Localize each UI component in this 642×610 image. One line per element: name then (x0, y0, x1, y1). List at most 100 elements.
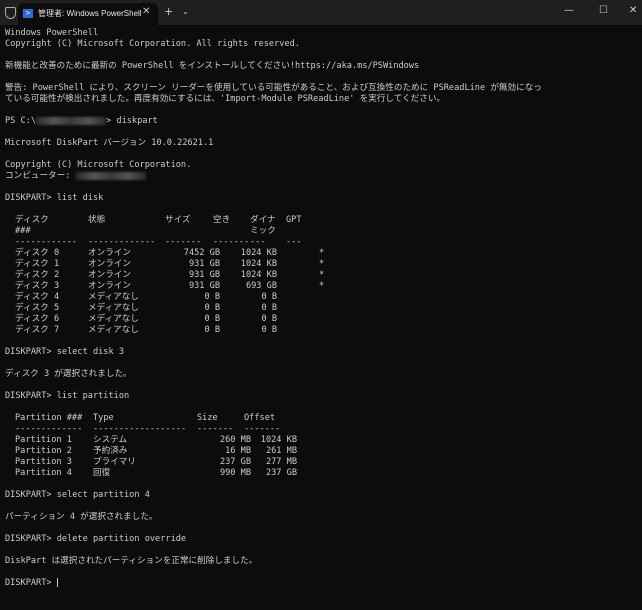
message-line: ディスク 3 が選択されました。 (5, 369, 642, 380)
divider: ------------------ (93, 424, 187, 434)
gpt-mark: * (319, 270, 325, 280)
disk-cell: 1024 KB (240, 259, 277, 269)
partition-row: Partition 2 予約済み 16 MB 261 MB (5, 446, 642, 457)
redacted-text (75, 171, 146, 180)
column-header: 空き (213, 215, 231, 225)
partition-row: Partition 1 システム 260 MB 1024 KB (5, 435, 642, 446)
divider: ------- (165, 237, 202, 247)
prompt-line: PS C:\ > diskpart (5, 116, 642, 127)
partition-cell: 1024 KB (260, 435, 297, 445)
disk-cell: メディアなし (88, 303, 139, 313)
disk-table-header: ディスク 状態 サイズ 空き ダイナ GPT (5, 215, 642, 226)
disk-cell: ディスク 2 (15, 270, 60, 280)
disk-row: ディスク 4 メディアなし 0 B 0 B (5, 292, 642, 303)
disk-row: ディスク 5 メディアなし 0 B 0 B (5, 303, 642, 314)
column-header: Offset (244, 413, 276, 423)
gpt-mark: * (319, 281, 325, 291)
command-line: DISKPART> list disk (5, 193, 642, 204)
prompt-line: DISKPART> (5, 578, 642, 589)
header-text: Copyright (C) Microsoft Corporation. (5, 160, 192, 170)
disk-row: ディスク 7 メディアなし 0 B 0 B (5, 325, 642, 336)
partition-cell: Partition 4 (15, 468, 72, 478)
intro-text: 新機能と改善のために最新の PowerShell をインストールしてください!h… (5, 61, 420, 71)
command-text: DISKPART> list disk (5, 193, 104, 203)
disk-cell: 0 B (204, 325, 220, 335)
terminal-output[interactable]: Windows PowerShell Copyright (C) Microsof… (5, 28, 642, 589)
column-header: ディスク (15, 215, 49, 225)
command-text: DISKPART> delete partition override (5, 534, 187, 544)
disk-cell: ディスク 6 (15, 314, 60, 324)
divider: ------- (244, 424, 281, 434)
maximize-button[interactable]: ☐ (599, 5, 608, 16)
intro-line (5, 105, 642, 116)
disk-cell: 693 GB (245, 281, 277, 291)
partition-cell: 予約済み (93, 446, 128, 456)
disk-cell: ディスク 3 (15, 281, 60, 291)
close-tab-icon[interactable]: ✕ (142, 6, 150, 17)
disk-cell: ディスク 4 (15, 292, 60, 302)
new-tab-button[interactable]: + (164, 5, 173, 18)
prompt-prefix: PS C:\ (5, 116, 37, 126)
partition-row: Partition 3 プライマリ 237 GB 277 MB (5, 457, 642, 468)
disk-row: ディスク 0 オンライン 7452 GB 1024 KB * (5, 248, 642, 259)
disk-cell: オンライン (88, 270, 131, 280)
column-header: ダイナ (250, 215, 276, 225)
partition-cell: Partition 2 (15, 446, 72, 456)
disk-table-dashes: ------------ ------------- ------- ------- -… (5, 237, 642, 248)
disk-cell: ディスク 0 (15, 248, 60, 258)
command-text: DISKPART> select partition 4 (5, 490, 150, 500)
intro-line (5, 50, 642, 61)
tab-powershell[interactable]: > 管理者: Windows PowerShell ✕ (18, 3, 158, 25)
computer-line: コンピューター: (5, 171, 642, 182)
partition-cell: 237 GB (219, 457, 251, 467)
prompt-text: DISKPART> (5, 578, 57, 588)
powershell-icon: > (23, 9, 33, 18)
disk-cell: メディアなし (88, 314, 139, 324)
disk-cell: 0 B (261, 303, 277, 313)
disk-cell: オンライン (88, 281, 131, 291)
partition-table-header: Partition ### Type Size Offset (5, 413, 642, 424)
intro-line: Copyright (C) Microsoft Corporation. All… (5, 39, 642, 50)
text-cursor (56, 578, 58, 587)
disk-cell: 0 B (261, 314, 277, 324)
divider: ------------- (15, 424, 83, 434)
redacted-text (36, 116, 107, 125)
partition-row: Partition 4 回復 990 MB 237 GB (5, 468, 642, 479)
disk-cell: 931 GB (188, 270, 220, 280)
disk-table-header2: ### ミック (5, 226, 642, 237)
intro-line: ている可能性が検出されました。再度有効にするには、'Import-Module … (5, 94, 642, 105)
intro-text: ている可能性が検出されました。再度有効にするには、'Import-Module … (5, 94, 446, 104)
disk-row: ディスク 3 オンライン 931 GB 693 GB * (5, 281, 642, 292)
disk-cell: 931 GB (188, 259, 220, 269)
disk-cell: 931 GB (188, 281, 220, 291)
disk-cell: 0 B (261, 325, 277, 335)
header-text: Microsoft DiskPart バージョン 10.0.22621.1 (5, 138, 214, 148)
command-text: DISKPART> list partition (5, 391, 130, 401)
minimize-button[interactable]: — (564, 5, 574, 16)
command-line: DISKPART> select partition 4 (5, 490, 642, 501)
column-header: ### (15, 226, 31, 236)
column-header: Partition ### (15, 413, 83, 423)
diskpart-header-line (5, 127, 642, 138)
disk-cell: ディスク 5 (15, 303, 60, 313)
message-text: DiskPart は選択されたパーティションを正常に削除しました。 (5, 556, 258, 566)
gpt-mark: * (319, 248, 325, 258)
gpt-mark: * (319, 259, 325, 269)
divider: --- (250, 237, 266, 247)
chevron-down-icon[interactable]: ⌄ (182, 7, 189, 16)
disk-cell: オンライン (88, 248, 131, 258)
command-line: DISKPART> delete partition override (5, 534, 642, 545)
intro-text: 警告: PowerShell により、スクリーン リーダーを使用している可能性が… (5, 83, 542, 93)
intro-line (5, 72, 642, 83)
title-bar: > 管理者: Windows PowerShell ✕ + ⌄ — ☐ ✕ (0, 0, 642, 25)
close-button[interactable]: ✕ (629, 5, 637, 16)
disk-row: ディスク 2 オンライン 931 GB 1024 KB * (5, 270, 642, 281)
disk-cell: ディスク 7 (15, 325, 60, 335)
disk-cell: 1024 KB (240, 248, 277, 258)
